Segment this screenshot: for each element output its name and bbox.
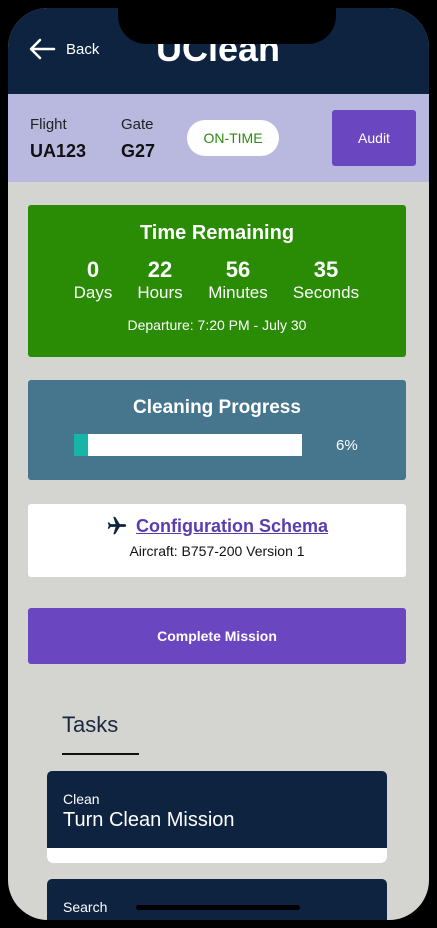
countdown-hours-label: Hours xyxy=(137,283,183,302)
phone-screen: Back UClean Flight UA123 Gate G27 ON-TIM… xyxy=(8,8,429,920)
gate-label: Gate xyxy=(121,116,154,133)
configuration-schema-link[interactable]: Configuration Schema xyxy=(136,516,328,537)
device-notch xyxy=(118,8,336,44)
home-indicator xyxy=(136,905,300,910)
task-card[interactable]: Search xyxy=(47,879,387,920)
gate-number: G27 xyxy=(121,141,156,161)
aircraft-info: Aircraft: B757-200 Version 1 xyxy=(129,543,305,559)
progress-bar-fill xyxy=(74,434,88,456)
flight-number: UA123 xyxy=(30,141,87,161)
back-label: Back xyxy=(66,40,100,58)
countdown-minutes-value: 56 xyxy=(225,257,251,282)
countdown-seconds-label: Seconds xyxy=(292,283,360,302)
task-card-footer xyxy=(47,848,387,863)
countdown-minutes-label: Minutes xyxy=(208,283,268,302)
task-name: Turn Clean Mission xyxy=(63,809,235,831)
task-card[interactable]: Clean Turn Clean Mission xyxy=(47,771,387,863)
airplane-icon xyxy=(107,516,127,535)
tab-tasks-underline xyxy=(62,753,139,755)
configuration-card: Configuration Schema Aircraft: B757-200 … xyxy=(28,504,406,577)
flight-info: Flight UA123 xyxy=(30,116,86,162)
countdown-seconds: 35 Seconds xyxy=(286,259,366,305)
back-button[interactable]: Back xyxy=(28,38,99,60)
task-category: Clean xyxy=(63,791,100,807)
gate-info: Gate G27 xyxy=(121,116,155,162)
task-category: Search xyxy=(63,899,108,915)
countdown-values: 0 Days 22 Hours 56 Minutes 35 Seconds xyxy=(28,259,406,305)
countdown-minutes: 56 Minutes xyxy=(198,259,278,305)
complete-mission-button[interactable]: Complete Mission xyxy=(28,608,406,664)
flight-info-bar: Flight UA123 Gate G27 ON-TIME Audit xyxy=(8,94,429,182)
countdown-title: Time Remaining xyxy=(139,222,295,244)
back-arrow-icon xyxy=(29,38,56,60)
countdown-seconds-value: 35 xyxy=(313,257,339,282)
progress-percent: 6% xyxy=(336,437,358,454)
audit-button[interactable]: Audit xyxy=(332,110,416,166)
countdown-hours-value: 22 xyxy=(147,257,173,282)
configuration-link-row: Configuration Schema xyxy=(28,515,406,537)
countdown-card: Time Remaining 0 Days 22 Hours 56 Minute… xyxy=(28,205,406,357)
progress-title: Cleaning Progress xyxy=(133,397,301,418)
tab-tasks[interactable]: Tasks xyxy=(62,712,118,738)
countdown-hours: 22 Hours xyxy=(120,259,200,305)
progress-bar xyxy=(74,434,302,456)
status-badge: ON-TIME xyxy=(187,120,279,156)
departure-time: Departure: 7:20 PM - July 30 xyxy=(127,317,307,333)
flight-label: Flight xyxy=(30,116,67,133)
cleaning-progress-card: Cleaning Progress 6% xyxy=(28,380,406,480)
